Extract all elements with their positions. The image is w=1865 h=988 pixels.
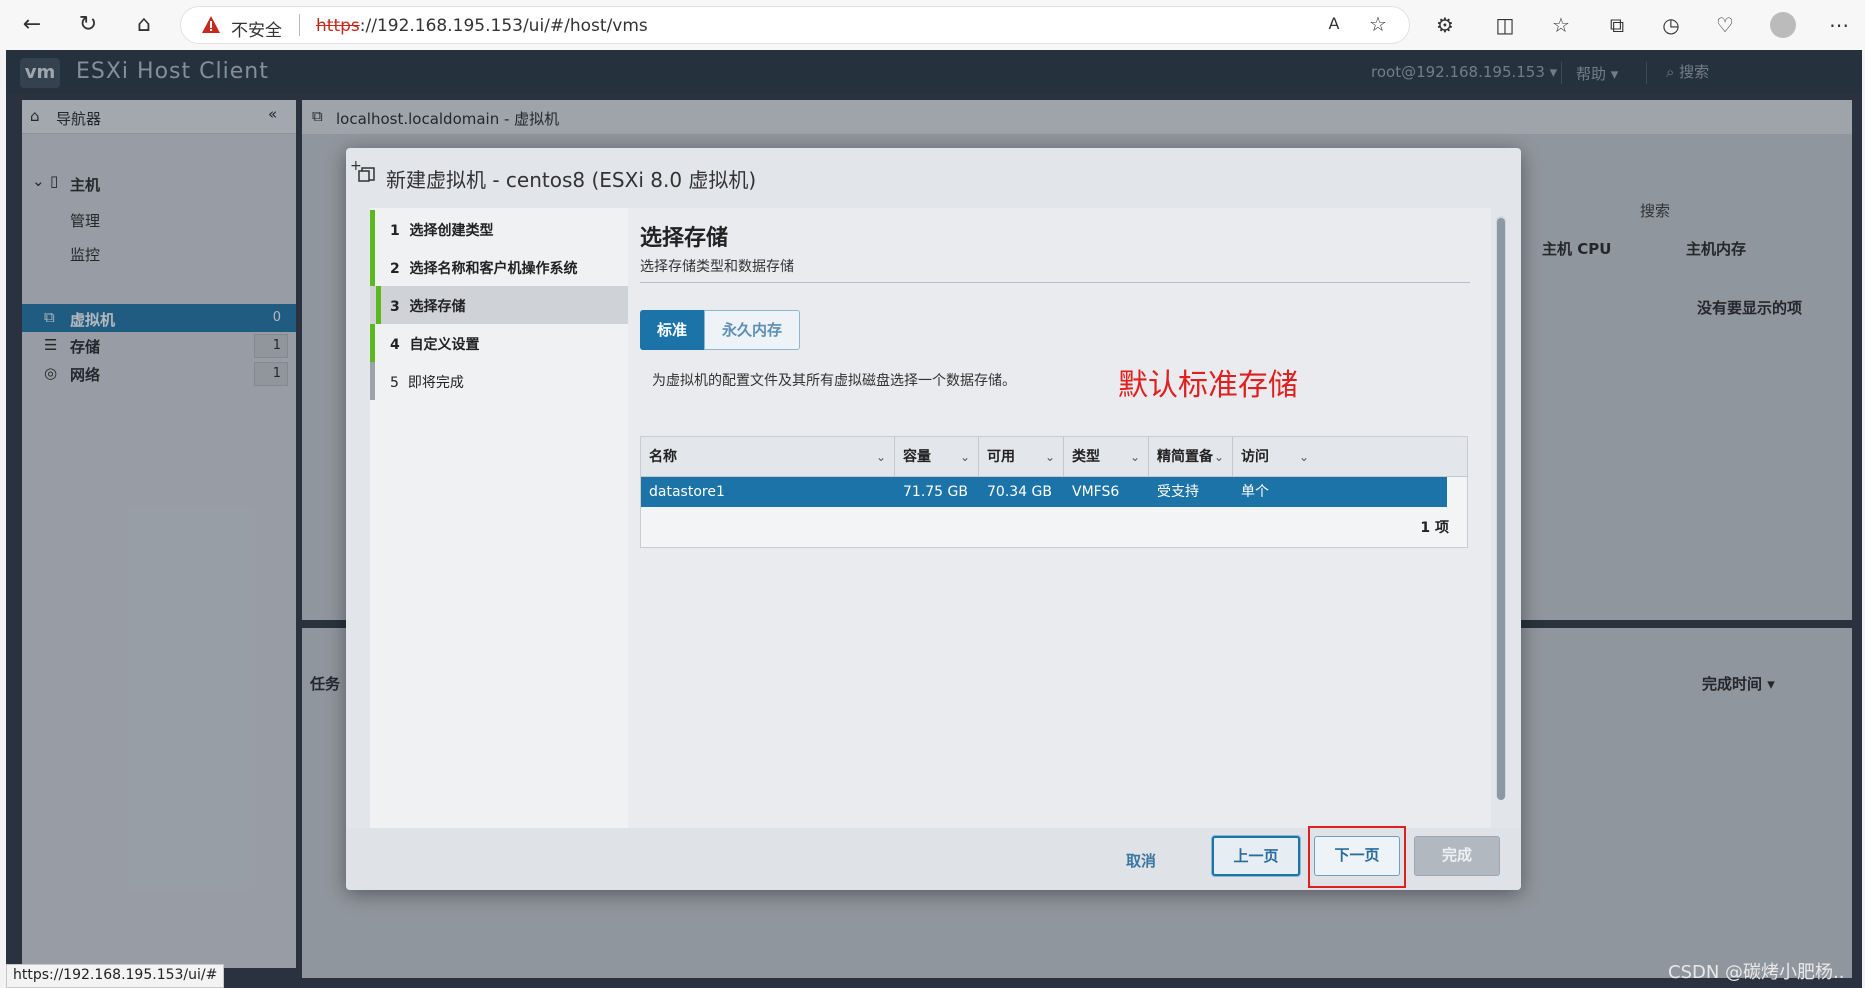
column-free[interactable]: 可用 ⌄	[979, 437, 1064, 477]
new-vm-wizard-dialog: + 新建虚拟机 - centos8 (ESXi 8.0 虚拟机) 1 选择创建类…	[346, 148, 1521, 890]
favorite-star-icon[interactable]: ☆	[1365, 11, 1391, 37]
previous-button[interactable]: 上一页	[1212, 836, 1300, 876]
dialog-footer: 取消 上一页 下一页 完成	[346, 826, 1521, 890]
section-heading: 选择存储	[640, 226, 729, 251]
url-path: ://192.168.195.153/ui/#/host/vms	[359, 16, 648, 36]
step-label: 3 选择存储	[390, 296, 466, 316]
step-current-bar	[376, 286, 381, 324]
chevron-down-icon: ⌄	[959, 450, 970, 464]
wizard-step-4[interactable]: 4 自定义设置	[370, 324, 628, 362]
step-complete-bar	[370, 324, 375, 362]
column-capacity[interactable]: 容量 ⌄	[895, 437, 979, 477]
step-complete-bar	[370, 210, 375, 248]
column-label: 精简置备	[1157, 449, 1213, 465]
dialog-title: 新建虚拟机 - centos8 (ESXi 8.0 虚拟机)	[386, 168, 757, 192]
chevron-down-icon: ⌄	[1044, 450, 1055, 464]
scrollbar-thumb[interactable]	[1497, 218, 1505, 800]
item-count: 1 项	[1420, 520, 1449, 536]
tab-persistent-memory[interactable]: 永久内存	[704, 310, 800, 350]
tab-standard[interactable]: 标准	[640, 310, 704, 350]
refresh-icon[interactable]: ↻	[72, 9, 104, 41]
annotation-text: 默认标准存储	[1118, 368, 1298, 403]
step-pending-bar	[370, 362, 375, 400]
step-label: 4 自定义设置	[390, 334, 480, 354]
new-vm-icon: +	[350, 158, 375, 182]
step-label: 1 选择创建类型	[390, 220, 494, 240]
insecure-label: 不安全	[231, 21, 282, 41]
section-subheading: 选择存储类型和数据存储	[640, 259, 794, 275]
storage-description: 为虚拟机的配置文件及其所有虚拟磁盘选择一个数据存储。	[652, 373, 1016, 389]
finish-button: 完成	[1414, 836, 1500, 876]
home-icon[interactable]: ⌂	[128, 9, 160, 41]
cell-type: VMFS6	[1072, 484, 1120, 500]
step-name: 选择名称和客户机操作系统	[409, 261, 578, 277]
column-label: 容量	[903, 449, 931, 465]
wizard-content: 选择存储 选择存储类型和数据存储 标准 永久内存 为虚拟机的配置文件及其所有虚拟…	[628, 208, 1491, 828]
history-icon[interactable]: ◷	[1658, 12, 1684, 38]
collections-icon[interactable]: ⧉	[1604, 12, 1630, 38]
column-label: 访问	[1241, 449, 1269, 465]
warning-icon	[202, 16, 220, 33]
step-complete-bar	[370, 248, 375, 286]
split-screen-icon[interactable]: ◫	[1492, 12, 1518, 38]
step-number: 1	[390, 223, 400, 239]
chevron-down-icon: ⌄	[1298, 450, 1309, 464]
table-row[interactable]: datastore1 71.75 GB 70.34 GB VMFS6 受支持 单…	[641, 477, 1447, 507]
status-bar-url: https://192.168.195.153/ui/#	[6, 964, 225, 988]
browser-toolbar: ← ↻ ⌂ 不安全 https://192.168.195.153/ui/#/h…	[0, 0, 1865, 50]
divider	[640, 282, 1470, 283]
table-header: 名称 ⌄ 容量 ⌄ 可用 ⌄ 类型 ⌄ 精简置备 ⌄ 访问 ⌄	[641, 437, 1467, 477]
read-aloud-icon[interactable]: A	[1321, 11, 1347, 37]
more-menu-icon[interactable]: ⋯	[1826, 12, 1852, 38]
column-label: 名称	[649, 449, 677, 465]
column-type[interactable]: 类型 ⌄	[1064, 437, 1149, 477]
back-icon[interactable]: ←	[16, 9, 48, 41]
column-access[interactable]: 访问 ⌄	[1233, 437, 1317, 477]
extensions-icon[interactable]: ⚙	[1432, 12, 1458, 38]
url-text: https://192.168.195.153/ui/#/host/vms	[316, 16, 648, 36]
column-label: 可用	[987, 449, 1015, 465]
step-label: 5 即将完成	[390, 372, 464, 392]
step-name: 即将完成	[407, 375, 464, 391]
cell-name: datastore1	[649, 484, 725, 500]
step-number: 5	[390, 375, 399, 391]
next-button[interactable]: 下一页	[1314, 836, 1400, 876]
step-name: 选择存储	[409, 299, 466, 315]
wizard-step-5[interactable]: 5 即将完成	[370, 362, 628, 400]
health-icon[interactable]: ♡	[1712, 12, 1738, 38]
cell-thin-provisioning: 受支持	[1157, 484, 1199, 500]
step-name: 选择创建类型	[409, 223, 494, 239]
wizard-step-3[interactable]: 3 选择存储	[370, 286, 628, 324]
favorites-icon[interactable]: ☆	[1548, 12, 1574, 38]
cancel-button[interactable]: 取消	[1126, 850, 1156, 871]
column-name[interactable]: 名称 ⌄	[641, 437, 895, 477]
step-label: 2 选择名称和客户机操作系统	[390, 258, 578, 278]
wizard-steps: 1 选择创建类型 2 选择名称和客户机操作系统 3 选择存储 4 自定义设置 5…	[370, 208, 628, 828]
column-thin-provisioning[interactable]: 精简置备 ⌄	[1149, 437, 1233, 477]
url-scheme: https	[316, 16, 360, 36]
chevron-down-icon: ⌄	[875, 450, 886, 464]
step-number: 3	[390, 299, 400, 315]
column-label: 类型	[1072, 449, 1100, 465]
dialog-title-bar: + 新建虚拟机 - centos8 (ESXi 8.0 虚拟机)	[346, 148, 1521, 208]
cell-access: 单个	[1241, 484, 1269, 500]
watermark: CSDN @碳烤小肥杨..	[1668, 962, 1845, 983]
step-number: 2	[390, 261, 400, 277]
wizard-step-1[interactable]: 1 选择创建类型	[370, 210, 628, 248]
cell-capacity: 71.75 GB	[903, 484, 968, 500]
cell-free: 70.34 GB	[987, 484, 1052, 500]
step-name: 自定义设置	[409, 337, 480, 353]
step-number: 4	[390, 337, 400, 353]
chevron-down-icon: ⌄	[1213, 450, 1224, 464]
address-bar[interactable]: 不安全 https://192.168.195.153/ui/#/host/vm…	[180, 6, 1410, 44]
chevron-down-icon: ⌄	[1129, 450, 1140, 464]
address-separator	[299, 14, 300, 36]
wizard-step-2[interactable]: 2 选择名称和客户机操作系统	[370, 248, 628, 286]
datastore-table: 名称 ⌄ 容量 ⌄ 可用 ⌄ 类型 ⌄ 精简置备 ⌄ 访问 ⌄ datastore1 71.…	[640, 436, 1468, 548]
profile-avatar[interactable]	[1770, 12, 1796, 38]
